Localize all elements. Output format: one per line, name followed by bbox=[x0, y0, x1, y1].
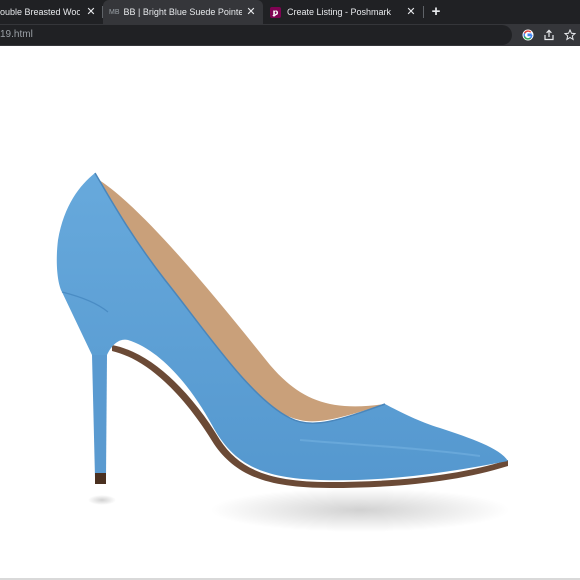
address-text: 19.html bbox=[0, 29, 33, 40]
tab-title: ouble Breasted Wool E bbox=[0, 7, 80, 17]
manolo-blahnik-favicon-icon: MB bbox=[109, 8, 120, 16]
heel-tip bbox=[95, 473, 106, 484]
poshmark-icon: ꝑ bbox=[270, 6, 281, 18]
page-content bbox=[0, 46, 580, 578]
tab-divider bbox=[423, 6, 424, 18]
close-tab-icon[interactable]: ✕ bbox=[84, 5, 98, 19]
tab-bright-blue-suede[interactable]: MB BB | Bright Blue Suede Pointed Toe bbox=[103, 0, 263, 24]
tab-title: BB | Bright Blue Suede Pointed Toe bbox=[123, 7, 242, 17]
address-bar[interactable]: 19.html bbox=[0, 25, 512, 45]
floor-shadow bbox=[210, 488, 510, 532]
tab-strip: ouble Breasted Wool E ✕ MB BB | Bright B… bbox=[0, 0, 580, 24]
browser-toolbar: 19.html bbox=[0, 24, 580, 46]
blue-suede-pump-image bbox=[56, 172, 510, 532]
heel-shadow bbox=[88, 495, 116, 505]
new-tab-button[interactable]: + bbox=[428, 4, 444, 20]
close-tab-icon[interactable]: ✕ bbox=[244, 5, 258, 19]
share-icon[interactable] bbox=[541, 27, 557, 43]
bookmark-star-icon[interactable] bbox=[562, 27, 578, 43]
google-lens-icon[interactable] bbox=[520, 27, 536, 43]
stiletto-heel bbox=[92, 355, 107, 478]
tab-title: Create Listing - Poshmark bbox=[287, 7, 392, 17]
tab-create-listing[interactable]: ꝑ Create Listing - Poshmark bbox=[264, 0, 424, 24]
close-tab-icon[interactable]: ✕ bbox=[404, 5, 418, 19]
